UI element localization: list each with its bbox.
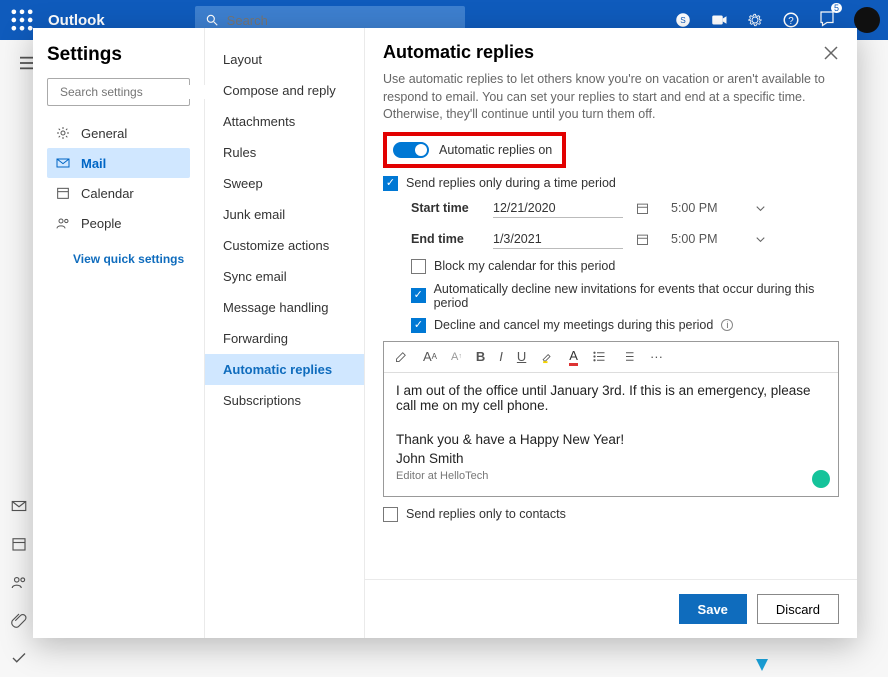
- info-icon[interactable]: i: [721, 319, 733, 331]
- app-launcher-icon[interactable]: [8, 6, 36, 34]
- panel-title: Automatic replies: [383, 42, 534, 63]
- start-time-value[interactable]: 5:00 PM: [671, 201, 741, 215]
- nav-label: General: [81, 126, 127, 141]
- font-color-icon[interactable]: A: [569, 348, 578, 366]
- settings-title: Settings: [47, 44, 190, 66]
- svg-text:?: ?: [788, 16, 794, 27]
- subnav-autoreply[interactable]: Automatic replies: [205, 354, 364, 385]
- settings-modal: Settings General Mail Calendar People: [33, 28, 857, 638]
- block-calendar-label: Block my calendar for this period: [434, 259, 615, 273]
- people-rail-icon[interactable]: [10, 573, 28, 591]
- subnav-customize[interactable]: Customize actions: [205, 230, 364, 261]
- start-time-label: Start time: [411, 201, 481, 215]
- nav-mail[interactable]: Mail: [47, 148, 190, 178]
- reply-editor: AA A↑ B I U A ··· I am out of the office…: [383, 341, 839, 497]
- settings-search-input[interactable]: [60, 85, 215, 99]
- close-icon[interactable]: [823, 45, 839, 61]
- more-icon[interactable]: ···: [650, 349, 663, 364]
- grammarly-icon[interactable]: [812, 470, 830, 488]
- settings-search[interactable]: [47, 78, 190, 106]
- ad-play-icon: [756, 659, 768, 671]
- font-increase-icon[interactable]: AA: [423, 349, 437, 364]
- message-line: I am out of the office until January 3rd…: [396, 383, 826, 413]
- decline-new-label: Automatically decline new invitations fo…: [434, 282, 839, 310]
- subnav-subscriptions[interactable]: Subscriptions: [205, 385, 364, 416]
- decline-cancel-checkbox[interactable]: [411, 318, 426, 333]
- block-calendar-checkbox[interactable]: [411, 259, 426, 274]
- nav-calendar[interactable]: Calendar: [47, 178, 190, 208]
- highlight-icon[interactable]: [540, 349, 555, 364]
- contacts-only-label: Send replies only to contacts: [406, 507, 566, 521]
- contacts-only-checkbox[interactable]: [383, 507, 398, 522]
- settings-subnav: Layout Compose and reply Attachments Rul…: [205, 28, 365, 638]
- teams-icon[interactable]: [710, 11, 728, 29]
- time-period-checkbox[interactable]: [383, 176, 398, 191]
- mail-rail-icon[interactable]: [10, 497, 28, 515]
- skype-icon[interactable]: S: [674, 11, 692, 29]
- gear-icon[interactable]: [746, 11, 764, 29]
- calendar-rail-icon[interactable]: [10, 535, 28, 553]
- mail-icon: [55, 155, 71, 171]
- nav-general[interactable]: General: [47, 118, 190, 148]
- attach-rail-icon[interactable]: [10, 611, 28, 629]
- auto-reply-toggle[interactable]: [393, 142, 429, 158]
- subnav-rules[interactable]: Rules: [205, 137, 364, 168]
- brand-label: Outlook: [48, 12, 105, 29]
- bullet-list-icon[interactable]: [592, 349, 607, 364]
- bold-button[interactable]: B: [476, 349, 485, 364]
- todo-rail-icon[interactable]: [10, 649, 28, 667]
- time-grid: Start time 12/21/2020 5:00 PM End time 1…: [411, 199, 839, 249]
- editor-toolbar: AA A↑ B I U A ···: [384, 342, 838, 373]
- global-search-input[interactable]: [227, 13, 403, 28]
- avatar[interactable]: [854, 7, 880, 33]
- paint-icon[interactable]: [394, 349, 409, 364]
- message-line: Thank you & have a Happy New Year!: [396, 432, 826, 447]
- underline-button[interactable]: U: [517, 349, 526, 364]
- panel-description: Use automatic replies to let others know…: [383, 71, 839, 124]
- subnav-msghandling[interactable]: Message handling: [205, 292, 364, 323]
- italic-button[interactable]: I: [499, 349, 503, 364]
- number-list-icon[interactable]: [621, 349, 636, 364]
- svg-text:S: S: [680, 16, 686, 25]
- save-button[interactable]: Save: [679, 594, 747, 624]
- auto-reply-toggle-label: Automatic replies on: [439, 143, 552, 157]
- subnav-compose[interactable]: Compose and reply: [205, 75, 364, 106]
- settings-nav: Settings General Mail Calendar People: [33, 28, 205, 638]
- time-period-label: Send replies only during a time period: [406, 176, 616, 190]
- discard-button[interactable]: Discard: [757, 594, 839, 624]
- message-signature: Editor at HelloTech: [396, 470, 826, 482]
- nav-label: Mail: [81, 156, 106, 171]
- editor-body[interactable]: I am out of the office until January 3rd…: [384, 373, 838, 496]
- nav-people[interactable]: People: [47, 208, 190, 238]
- subnav-layout[interactable]: Layout: [205, 44, 364, 75]
- people-icon: [55, 215, 71, 231]
- subnav-junk[interactable]: Junk email: [205, 199, 364, 230]
- gear-icon: [55, 125, 71, 141]
- subnav-attachments[interactable]: Attachments: [205, 106, 364, 137]
- end-date-input[interactable]: 1/3/2021: [493, 230, 623, 249]
- subnav-sync[interactable]: Sync email: [205, 261, 364, 292]
- end-time-label: End time: [411, 232, 481, 246]
- message-line: John Smith: [396, 451, 826, 466]
- calendar-icon: [55, 185, 71, 201]
- view-quick-settings-link[interactable]: View quick settings: [73, 252, 190, 266]
- auto-reply-toggle-highlight: Automatic replies on: [383, 132, 566, 168]
- end-time-value[interactable]: 5:00 PM: [671, 232, 741, 246]
- chevron-down-icon[interactable]: [753, 232, 768, 247]
- panel-footer: Save Discard: [365, 579, 857, 638]
- nav-label: People: [81, 216, 121, 231]
- decline-new-checkbox[interactable]: [411, 288, 426, 303]
- decline-cancel-label: Decline and cancel my meetings during th…: [434, 318, 713, 332]
- subnav-sweep[interactable]: Sweep: [205, 168, 364, 199]
- left-rail: [10, 497, 28, 667]
- start-date-input[interactable]: 12/21/2020: [493, 199, 623, 218]
- calendar-icon[interactable]: [635, 232, 650, 247]
- chevron-down-icon[interactable]: [753, 201, 768, 216]
- nav-label: Calendar: [81, 186, 134, 201]
- help-icon[interactable]: ?: [782, 11, 800, 29]
- calendar-icon[interactable]: [635, 201, 650, 216]
- font-decrease-icon[interactable]: A↑: [451, 351, 462, 363]
- settings-panel: Automatic replies Use automatic replies …: [365, 28, 857, 638]
- subnav-forwarding[interactable]: Forwarding: [205, 323, 364, 354]
